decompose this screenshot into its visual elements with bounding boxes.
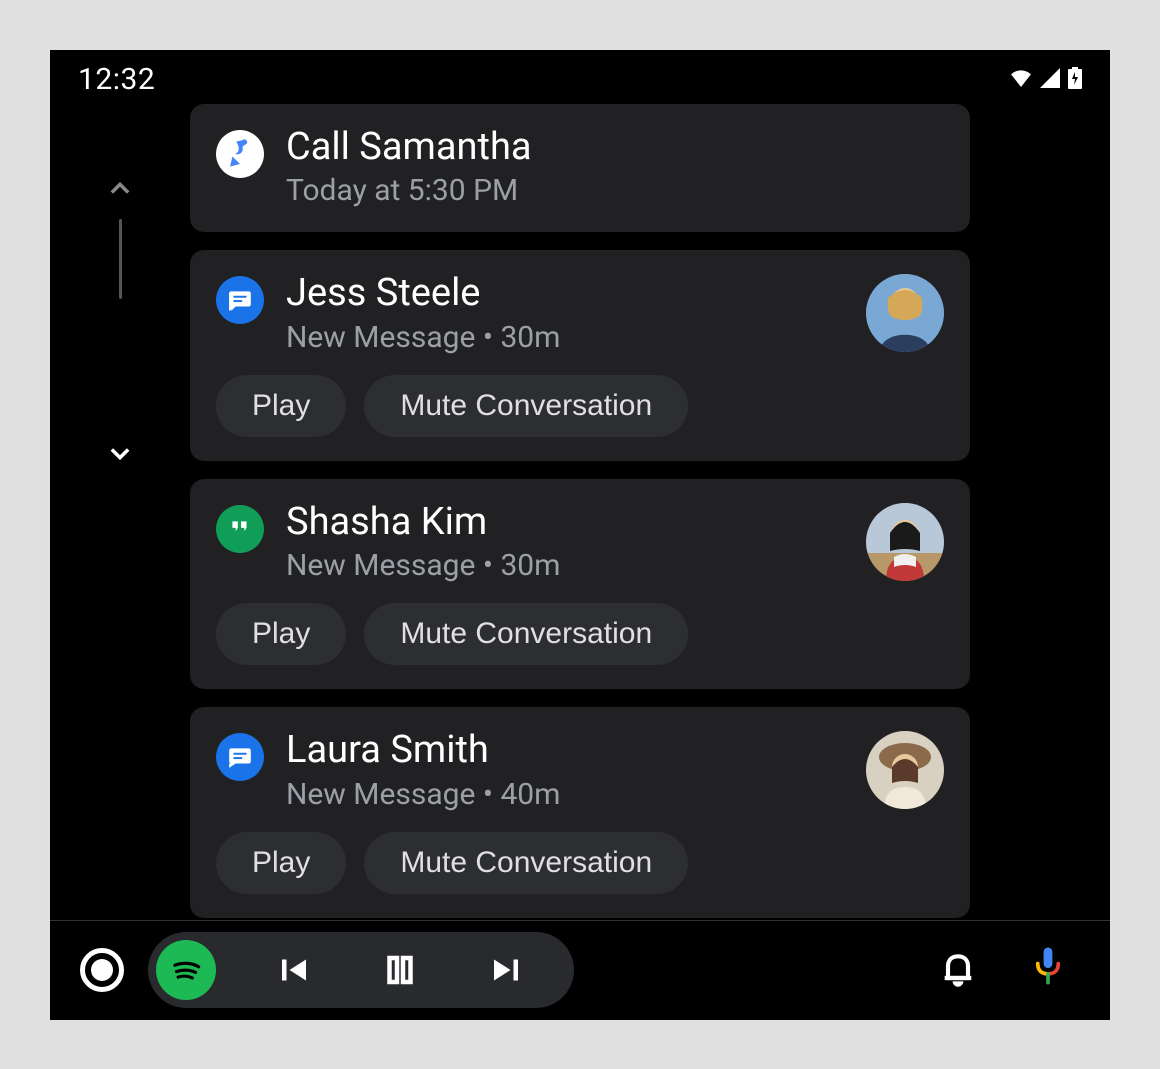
media-control-pill xyxy=(148,932,574,1008)
card-header: Call Samantha Today at 5:30 PM xyxy=(216,124,944,209)
card-text: Jess Steele New Message • 30m xyxy=(286,270,844,355)
scroll-up-button[interactable] xyxy=(106,175,134,207)
hangouts-icon xyxy=(216,505,264,553)
card-header: Laura Smith New Message • 40m xyxy=(216,727,944,812)
card-subtitle: Today at 5:30 PM xyxy=(286,173,944,208)
next-track-button[interactable] xyxy=(478,952,534,988)
scroll-down-button[interactable] xyxy=(106,439,134,471)
home-dot-icon xyxy=(91,959,113,981)
mute-button[interactable]: Mute Conversation xyxy=(364,375,688,437)
battery-icon xyxy=(1068,67,1082,93)
wifi-icon xyxy=(1010,69,1032,91)
play-button[interactable]: Play xyxy=(216,603,346,665)
cell-signal-icon xyxy=(1040,68,1060,92)
card-title: Shasha Kim xyxy=(286,499,844,547)
card-title: Laura Smith xyxy=(286,727,844,775)
notification-card[interactable]: Laura Smith New Message • 40m Play Mute … xyxy=(190,707,970,918)
card-header: Shasha Kim New Message • 30m xyxy=(216,499,944,584)
mute-button[interactable]: Mute Conversation xyxy=(364,832,688,894)
card-actions: Play Mute Conversation xyxy=(216,832,944,894)
play-button[interactable]: Play xyxy=(216,832,346,894)
card-text: Shasha Kim New Message • 30m xyxy=(286,499,844,584)
previous-track-button[interactable] xyxy=(266,952,322,988)
mute-button[interactable]: Mute Conversation xyxy=(364,603,688,665)
status-icons xyxy=(1010,67,1082,93)
scroll-track xyxy=(119,219,122,299)
status-time: 12:32 xyxy=(78,62,155,97)
avatar xyxy=(866,503,944,581)
card-subtitle: New Message • 40m xyxy=(286,777,844,812)
device-frame: 12:32 xyxy=(50,50,1110,1020)
card-header: Jess Steele New Message • 30m xyxy=(216,270,944,355)
notification-card[interactable]: Jess Steele New Message • 30m Play Mute … xyxy=(190,250,970,461)
voice-assistant-button[interactable] xyxy=(1016,936,1080,1004)
card-text: Call Samantha Today at 5:30 PM xyxy=(286,124,944,209)
scroll-indicator xyxy=(50,100,190,920)
notification-list: Call Samantha Today at 5:30 PM Jess Stee… xyxy=(190,100,1110,920)
notifications-button[interactable] xyxy=(924,938,992,1002)
bottom-nav-bar xyxy=(50,920,1110,1020)
card-actions: Play Mute Conversation xyxy=(216,375,944,437)
home-button[interactable] xyxy=(80,948,124,992)
spotify-icon[interactable] xyxy=(156,940,216,1000)
play-button[interactable]: Play xyxy=(216,375,346,437)
card-text: Laura Smith New Message • 40m xyxy=(286,727,844,812)
notification-card[interactable]: Shasha Kim New Message • 30m Play Mute C… xyxy=(190,479,970,690)
avatar xyxy=(866,274,944,352)
avatar xyxy=(866,731,944,809)
messages-icon xyxy=(216,733,264,781)
card-actions: Play Mute Conversation xyxy=(216,603,944,665)
card-title: Jess Steele xyxy=(286,270,844,318)
card-subtitle: New Message • 30m xyxy=(286,320,844,355)
card-title: Call Samantha xyxy=(286,124,944,172)
notification-card[interactable]: Call Samantha Today at 5:30 PM xyxy=(190,104,970,233)
main-area: Call Samantha Today at 5:30 PM Jess Stee… xyxy=(50,100,1110,920)
card-subtitle: New Message • 30m xyxy=(286,548,844,583)
pause-button[interactable] xyxy=(372,952,428,988)
messages-icon xyxy=(216,276,264,324)
reminder-icon xyxy=(216,130,264,178)
status-bar: 12:32 xyxy=(50,50,1110,100)
